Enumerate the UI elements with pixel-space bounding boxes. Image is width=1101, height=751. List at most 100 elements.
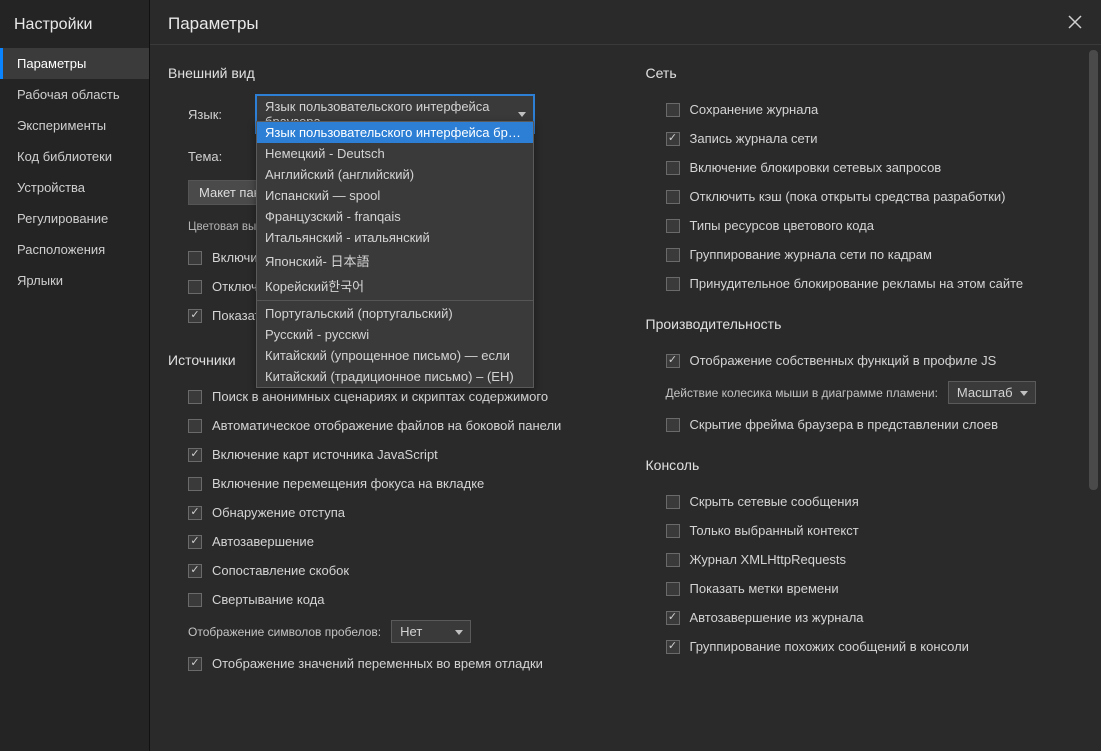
performance-check-label: Отображение собственных функций в профил… xyxy=(690,353,997,368)
network-check-row: Группирование журнала сети по кадрам xyxy=(646,240,1084,269)
sources-check-label: Включение карт источника JavaScript xyxy=(212,447,438,462)
scrollbar-thumb[interactable] xyxy=(1089,50,1098,490)
console-check-row: Скрыть сетевые сообщения xyxy=(646,487,1084,516)
page-title: Параметры xyxy=(168,14,259,33)
section-console: Консоль xyxy=(646,457,1084,473)
network-check-checkbox[interactable] xyxy=(666,190,680,204)
console-check-checkbox[interactable] xyxy=(666,611,680,625)
console-check-checkbox[interactable] xyxy=(666,524,680,538)
section-network: Сеть xyxy=(646,65,1084,81)
language-option[interactable]: Испанский — spool xyxy=(257,185,533,206)
appearance-check-checkbox[interactable] xyxy=(188,309,202,323)
console-check-row: Группирование похожих сообщений в консол… xyxy=(646,632,1084,661)
sources-check-checkbox[interactable] xyxy=(188,657,202,671)
sources-check-row: Свертывание кода xyxy=(168,585,606,614)
network-check-checkbox[interactable] xyxy=(666,132,680,146)
settings-content: Внешний вид Язык: Язык пользовательского… xyxy=(150,44,1101,751)
sources-check-row: Автоматическое отображение файлов на бок… xyxy=(168,411,606,440)
language-option[interactable]: Китайский (упрощенное письмо) — если xyxy=(257,345,533,366)
console-check-label: Группирование похожих сообщений в консол… xyxy=(690,639,969,654)
language-option[interactable]: Японский- 日本語 xyxy=(257,248,533,273)
console-check-checkbox[interactable] xyxy=(666,495,680,509)
network-check-label: Включение блокировки сетевых запросов xyxy=(690,160,942,175)
whitespace-select[interactable]: Нет xyxy=(391,620,471,643)
network-check-checkbox[interactable] xyxy=(666,161,680,175)
console-check-row: Журнал XMLHttpRequests xyxy=(646,545,1084,574)
wheel-action-select[interactable]: Масштаб xyxy=(948,381,1036,404)
main-header: Параметры xyxy=(150,0,1101,44)
network-check-row: Отключить кэш (пока открыты средства раз… xyxy=(646,182,1084,211)
sidebar-item-1[interactable]: Рабочая область xyxy=(0,79,149,110)
sources-check-checkbox[interactable] xyxy=(188,390,202,404)
network-check-label: Отключить кэш (пока открыты средства раз… xyxy=(690,189,1006,204)
language-option[interactable]: Немецкий - Deutsch xyxy=(257,143,533,164)
sources-check-label: Включение перемещения фокуса на вкладке xyxy=(212,476,484,491)
network-check-label: Типы ресурсов цветового кода xyxy=(690,218,875,233)
sidebar-item-7[interactable]: Ярлыки xyxy=(0,265,149,296)
whitespace-label: Отображение символов пробелов: xyxy=(188,625,381,639)
settings-sidebar: Настройки ПараметрыРабочая областьЭкспер… xyxy=(0,0,150,751)
settings-main: Параметры Внешний вид Язык: Язык пользов… xyxy=(150,0,1101,751)
console-check-label: Скрыть сетевые сообщения xyxy=(690,494,859,509)
network-check-row: Типы ресурсов цветового кода xyxy=(646,211,1084,240)
network-check-checkbox[interactable] xyxy=(666,248,680,262)
sources-check-label: Сопоставление скобок xyxy=(212,563,349,578)
sidebar-item-4[interactable]: Устройства xyxy=(0,172,149,203)
console-check-row: Только выбранный контекст xyxy=(646,516,1084,545)
language-option[interactable]: Язык пользовательского интерфейса браузе… xyxy=(257,122,533,143)
performance-check-row: Отображение собственных функций в профил… xyxy=(646,346,1084,375)
language-option[interactable]: Итальянский - итальянский xyxy=(257,227,533,248)
scrollbar[interactable] xyxy=(1089,50,1098,730)
sources-check-checkbox[interactable] xyxy=(188,593,202,607)
appearance-check-checkbox[interactable] xyxy=(188,280,202,294)
language-option[interactable]: Корейский한국어 xyxy=(257,273,533,298)
performance-check-checkbox[interactable] xyxy=(666,354,680,368)
network-check-checkbox[interactable] xyxy=(666,277,680,291)
sidebar-item-2[interactable]: Эксперименты xyxy=(0,110,149,141)
sources-check-label: Свертывание кода xyxy=(212,592,325,607)
sidebar-item-0[interactable]: Параметры xyxy=(0,48,149,79)
sources-check-label: Обнаружение отступа xyxy=(212,505,345,520)
console-check-label: Автозавершение из журнала xyxy=(690,610,864,625)
close-button[interactable] xyxy=(1063,10,1087,34)
language-option[interactable]: Русский - русскwi xyxy=(257,324,533,345)
left-column: Внешний вид Язык: Язык пользовательского… xyxy=(168,55,606,678)
network-check-row: Запись журнала сети xyxy=(646,124,1084,153)
sources-check-row: Включение перемещения фокуса на вкладке xyxy=(168,469,606,498)
console-check-label: Только выбранный контекст xyxy=(690,523,859,538)
sources-check-row: Обнаружение отступа xyxy=(168,498,606,527)
language-label: Язык: xyxy=(188,107,244,122)
performance-check-label: Скрытие фрейма браузера в представлении … xyxy=(690,417,998,432)
sources-check-label: Автозавершение xyxy=(212,534,314,549)
language-option[interactable]: Китайский (традиционное письмо) – (EH) xyxy=(257,366,533,387)
console-check-checkbox[interactable] xyxy=(666,553,680,567)
language-option[interactable]: Португальский (португальский) xyxy=(257,303,533,324)
sources-check-row: Сопоставление скобок xyxy=(168,556,606,585)
wheel-action-label: Действие колесика мыши в диаграмме пламе… xyxy=(666,386,938,400)
console-check-row: Показать метки времени xyxy=(646,574,1084,603)
sources-check-checkbox[interactable] xyxy=(188,535,202,549)
sources-check-checkbox[interactable] xyxy=(188,506,202,520)
sidebar-title: Настройки xyxy=(0,8,149,48)
sidebar-item-6[interactable]: Расположения xyxy=(0,234,149,265)
console-check-checkbox[interactable] xyxy=(666,640,680,654)
sources-check-checkbox[interactable] xyxy=(188,448,202,462)
network-check-label: Сохранение журнала xyxy=(690,102,819,117)
performance-check-checkbox[interactable] xyxy=(666,418,680,432)
appearance-check-checkbox[interactable] xyxy=(188,251,202,265)
network-check-row: Включение блокировки сетевых запросов xyxy=(646,153,1084,182)
dropdown-divider xyxy=(257,300,533,301)
sources-check-checkbox[interactable] xyxy=(188,477,202,491)
wheel-action-value: Масштаб xyxy=(957,385,1013,400)
sidebar-item-5[interactable]: Регулирование xyxy=(0,203,149,234)
language-option[interactable]: Французский - franqais xyxy=(257,206,533,227)
right-column: Сеть Сохранение журнала Запись журнала се… xyxy=(646,55,1084,678)
console-check-checkbox[interactable] xyxy=(666,582,680,596)
language-option[interactable]: Английский (английский) xyxy=(257,164,533,185)
network-check-checkbox[interactable] xyxy=(666,219,680,233)
network-check-checkbox[interactable] xyxy=(666,103,680,117)
sources-check-checkbox[interactable] xyxy=(188,564,202,578)
sidebar-item-3[interactable]: Код библиотеки xyxy=(0,141,149,172)
sources-check-checkbox[interactable] xyxy=(188,419,202,433)
sources-check-row: Отображение значений переменных во время… xyxy=(168,649,606,678)
